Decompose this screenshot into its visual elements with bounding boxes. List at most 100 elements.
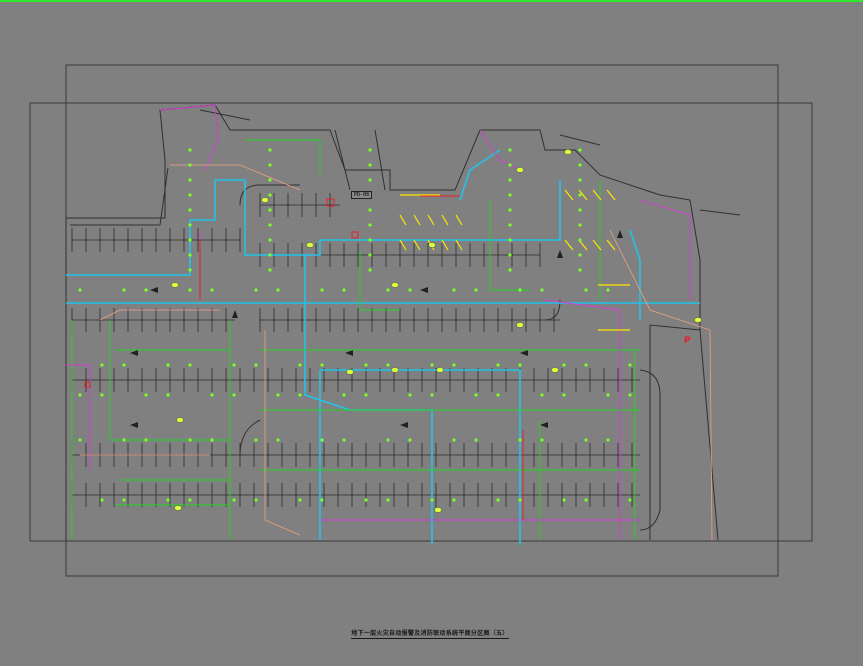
traffic-arrow [540, 422, 548, 428]
detector-dot [408, 438, 412, 442]
detector-dot [452, 363, 456, 367]
traffic-arrow [400, 422, 408, 428]
yellow-stall [564, 239, 574, 251]
detector-dot [578, 268, 582, 272]
cad-floor-plan[interactable] [0, 0, 863, 666]
detector-dot [578, 208, 582, 212]
detector-dot [166, 363, 170, 367]
detector-dot [518, 438, 522, 442]
detector-dot [210, 288, 214, 292]
detector-dot [496, 498, 500, 502]
shaft-wall [374, 129, 386, 191]
yellow-stall [606, 239, 616, 251]
detector-dot [518, 498, 522, 502]
detector-dot [298, 393, 302, 397]
traffic-arrow [557, 250, 563, 258]
outline-wall [65, 104, 216, 540]
control-module [351, 231, 359, 239]
exterior-line [559, 134, 601, 146]
detector-dot [188, 163, 192, 167]
detector-dot [210, 438, 214, 442]
detector-loop-green [71, 139, 640, 540]
detector-dot [628, 363, 632, 367]
detector-dot [188, 288, 192, 292]
exterior-line [199, 109, 251, 121]
detector-dot [578, 148, 582, 152]
detector-dot [166, 498, 170, 502]
detector-dot [144, 438, 148, 442]
detector-dot [188, 193, 192, 197]
yellow-stall [441, 214, 449, 226]
building-walls [65, 104, 741, 541]
detector-dot [268, 163, 272, 167]
detector-dot [474, 393, 478, 397]
detector-dot [268, 178, 272, 182]
detector-dot [584, 288, 588, 292]
green-loop [115, 479, 231, 506]
broadcast-cable-salmon [80, 164, 713, 541]
detector-dot [408, 393, 412, 397]
detector-dot [188, 363, 192, 367]
fire-alarm-bus-cyan [66, 149, 700, 545]
traffic-arrow [617, 230, 623, 238]
detector-dot [122, 288, 126, 292]
detector-dot [508, 238, 512, 242]
detector-dot [368, 253, 372, 257]
detector-dot [508, 208, 512, 212]
detector-dot [508, 223, 512, 227]
detector-dot [408, 288, 412, 292]
detector-dot [368, 148, 372, 152]
detector-dot [578, 178, 582, 182]
detector-dot [606, 438, 610, 442]
sounder-icon [176, 417, 184, 423]
detector-dot [368, 268, 372, 272]
yellow-stall [564, 189, 574, 201]
sounder-icon [171, 282, 179, 288]
detector-dot [232, 393, 236, 397]
sounder-icon [516, 167, 524, 173]
yellow-stall [455, 214, 463, 226]
detector-dot [254, 498, 258, 502]
detector-dot [276, 393, 280, 397]
sounder-icon [516, 322, 524, 328]
detector-dot [268, 148, 272, 152]
room-tag-label: PD-08 [351, 191, 373, 199]
traffic-arrow [130, 422, 138, 428]
detector-dot [166, 393, 170, 397]
green-loop [489, 200, 530, 291]
detector-dot [78, 288, 82, 292]
magenta-cable [159, 104, 219, 171]
detector-dot [578, 223, 582, 227]
detector-dot [188, 253, 192, 257]
detector-dot [562, 498, 566, 502]
detector-dot [188, 268, 192, 272]
detector-dot [386, 438, 390, 442]
detector-dot [364, 363, 368, 367]
detector-dot [578, 193, 582, 197]
detector-dot [386, 498, 390, 502]
detector-dot [144, 288, 148, 292]
detector-dot [628, 393, 632, 397]
detector-dot [276, 288, 280, 292]
detector-dot [518, 288, 522, 292]
cyan-trunk [459, 149, 501, 201]
detector-dot [584, 363, 588, 367]
detector-dot [188, 208, 192, 212]
detector-dot [540, 438, 544, 442]
driveway-curve [239, 419, 261, 456]
detector-dot [562, 393, 566, 397]
detector-dot [232, 363, 236, 367]
detector-dot [100, 498, 104, 502]
cyan-trunk [66, 179, 561, 276]
traffic-arrow [520, 350, 528, 356]
detector-dot [298, 363, 302, 367]
detector-dot [452, 288, 456, 292]
cyan-trunk [629, 229, 641, 320]
sounder-icon [694, 317, 702, 323]
detector-dot [584, 498, 588, 502]
detector-dot [508, 163, 512, 167]
inner-wall [70, 167, 169, 226]
detector-dot [342, 438, 346, 442]
detector-dot [518, 363, 522, 367]
detector-dot [508, 193, 512, 197]
